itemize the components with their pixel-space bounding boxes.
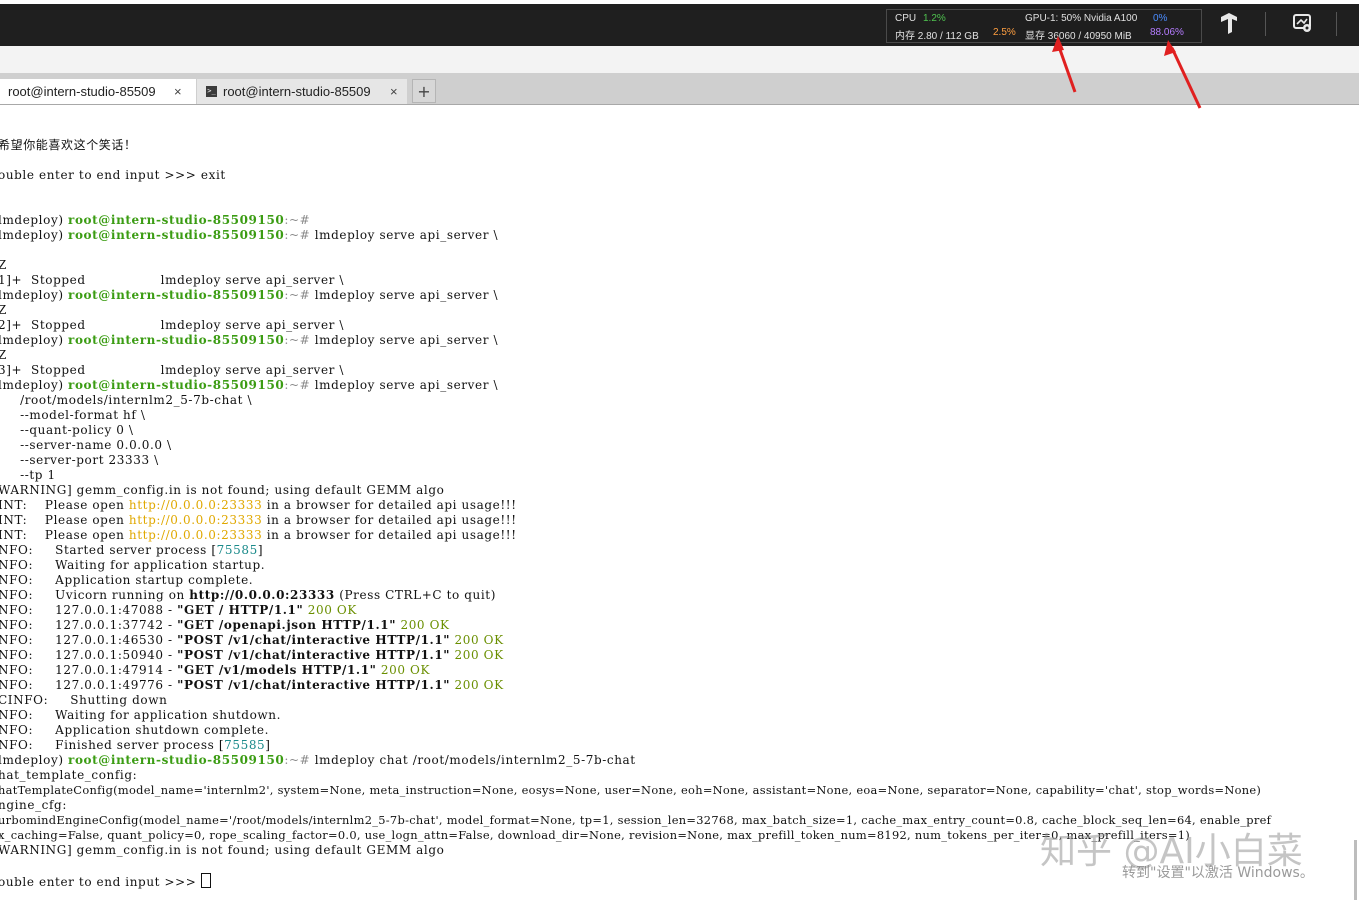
terminal-line: Z: [0, 348, 7, 362]
terminal-line: NFO: 127.0.0.1:47914 - "GET /v1/models H…: [0, 663, 431, 677]
terminal-line: ouble enter to end input >>> exit: [0, 168, 226, 182]
terminal-line: 希望你能喜欢这个笑话！: [0, 138, 137, 152]
terminal-line: ngine_cfg:: [0, 798, 67, 812]
terminal-line: lmdeploy) root@intern-studio-85509150:~#…: [0, 753, 636, 767]
terminal-line: NFO: Started server process [75585]: [0, 543, 264, 557]
cpu-value: 1.2%: [923, 13, 946, 24]
terminal-icon: >_: [206, 86, 217, 97]
terminal-line: lmdeploy) root@intern-studio-85509150:~#…: [0, 288, 499, 302]
tab-terminal-2[interactable]: >_ root@intern-studio-85509 ×: [197, 79, 407, 104]
terminal-line: NFO: Finished server process [75585]: [0, 738, 271, 752]
memory-value: 2.5%: [993, 27, 1016, 38]
terminal-line: NFO: 127.0.0.1:47088 - "GET / HTTP/1.1" …: [0, 603, 357, 617]
tab-label: root@intern-studio-85509: [8, 84, 156, 99]
gpu-label: GPU-1: 50% Nvidia A100: [1025, 13, 1138, 24]
terminal-line: Z: [0, 258, 7, 272]
terminal-line: lmdeploy) root@intern-studio-85509150:~#: [0, 213, 311, 227]
terminal-line: INT: Please open http://0.0.0.0:23333 in…: [0, 498, 517, 512]
terminal-line: INT: Please open http://0.0.0.0:23333 in…: [0, 528, 517, 542]
close-icon[interactable]: ×: [390, 79, 398, 104]
terminal-output[interactable]: 希望你能喜欢这个笑话！ ouble enter to end input >>>…: [0, 112, 1359, 900]
toolbar-separator: [1265, 12, 1266, 36]
terminal-line: NFO: Waiting for application shutdown.: [0, 708, 282, 722]
terminal-line: x_caching=False, quant_policy=0, rope_sc…: [0, 828, 1191, 842]
arrow-vram-used: [1056, 43, 1077, 93]
terminal-line: WARNING] gemm_config.in is not found; us…: [0, 843, 445, 857]
tab-terminal-1[interactable]: root@intern-studio-85509 ×: [0, 79, 196, 104]
terminal-line: NFO: Uvicorn running on http://0.0.0.0:2…: [0, 588, 497, 602]
terminal-line: lmdeploy) root@intern-studio-85509150:~#…: [0, 228, 499, 242]
terminal-line: 1]+ Stopped lmdeploy serve api_server \: [0, 273, 345, 287]
terminal-line: WARNING] gemm_config.in is not found; us…: [0, 483, 445, 497]
gpu-value: 0%: [1153, 13, 1168, 24]
terminal-line: NFO: Application shutdown complete.: [0, 723, 270, 737]
windows-activation-notice: 转到"设置"以激活 Windows。: [1122, 865, 1314, 881]
terminal-line: lmdeploy) root@intern-studio-85509150:~#…: [0, 333, 499, 347]
new-tab-button[interactable]: +: [412, 79, 436, 103]
arrow-vram-percent: [1170, 47, 1202, 109]
terminal-cursor: [200, 873, 211, 888]
terminal-line: --tp 1: [0, 468, 56, 482]
terminal-input-line[interactable]: ouble enter to end input >>>: [0, 873, 211, 890]
terminal-line: INT: Please open http://0.0.0.0:23333 in…: [0, 513, 517, 527]
top-edge: [0, 0, 1359, 4]
terminal-line: NFO: 127.0.0.1:37742 - "GET /openapi.jso…: [0, 618, 450, 632]
terminal-line: hat_template_config:: [0, 768, 138, 782]
terminal-line: Z: [0, 303, 7, 317]
terminal-line: NFO: Waiting for application startup.: [0, 558, 266, 572]
terminal-line: /root/models/internlm2_5-7b-chat \: [0, 393, 253, 407]
scrollbar[interactable]: [1354, 840, 1357, 900]
terminal-line: --server-name 0.0.0.0 \: [0, 438, 172, 452]
terminal-line: --model-format hf \: [0, 408, 146, 422]
annotation-arrows: [1052, 36, 1202, 109]
terminal-line: 3]+ Stopped lmdeploy serve api_server \: [0, 363, 345, 377]
tab-label: root@intern-studio-85509: [223, 84, 371, 99]
settings-monitor-icon[interactable]: [1289, 12, 1315, 38]
terminal-line: --quant-policy 0 \: [0, 423, 134, 437]
close-icon[interactable]: ×: [174, 79, 182, 104]
terminal-line: lmdeploy) root@intern-studio-85509150:~#…: [0, 378, 499, 392]
terminal-line: CINFO: Shutting down: [0, 693, 168, 707]
toolbar-separator: [1336, 12, 1337, 36]
arrowhead-icon: [1052, 36, 1064, 52]
terminal-line: hatTemplateConfig(model_name='internlm2'…: [0, 783, 1262, 797]
terminal-line: NFO: 127.0.0.1:49776 - "POST /v1/chat/in…: [0, 678, 504, 692]
terminal-line: NFO: 127.0.0.1:50940 - "POST /v1/chat/in…: [0, 648, 504, 662]
terminal-line: NFO: 127.0.0.1:46530 - "POST /v1/chat/in…: [0, 633, 504, 647]
cpu-label: CPU: [895, 13, 917, 24]
terminal-line: --server-port 23333 \: [0, 453, 159, 467]
memory-label: 内存 2.80 / 112 GB: [895, 31, 979, 42]
terminal-line: NFO: Application startup complete.: [0, 573, 254, 587]
terminal-line: 2]+ Stopped lmdeploy serve api_server \: [0, 318, 345, 332]
